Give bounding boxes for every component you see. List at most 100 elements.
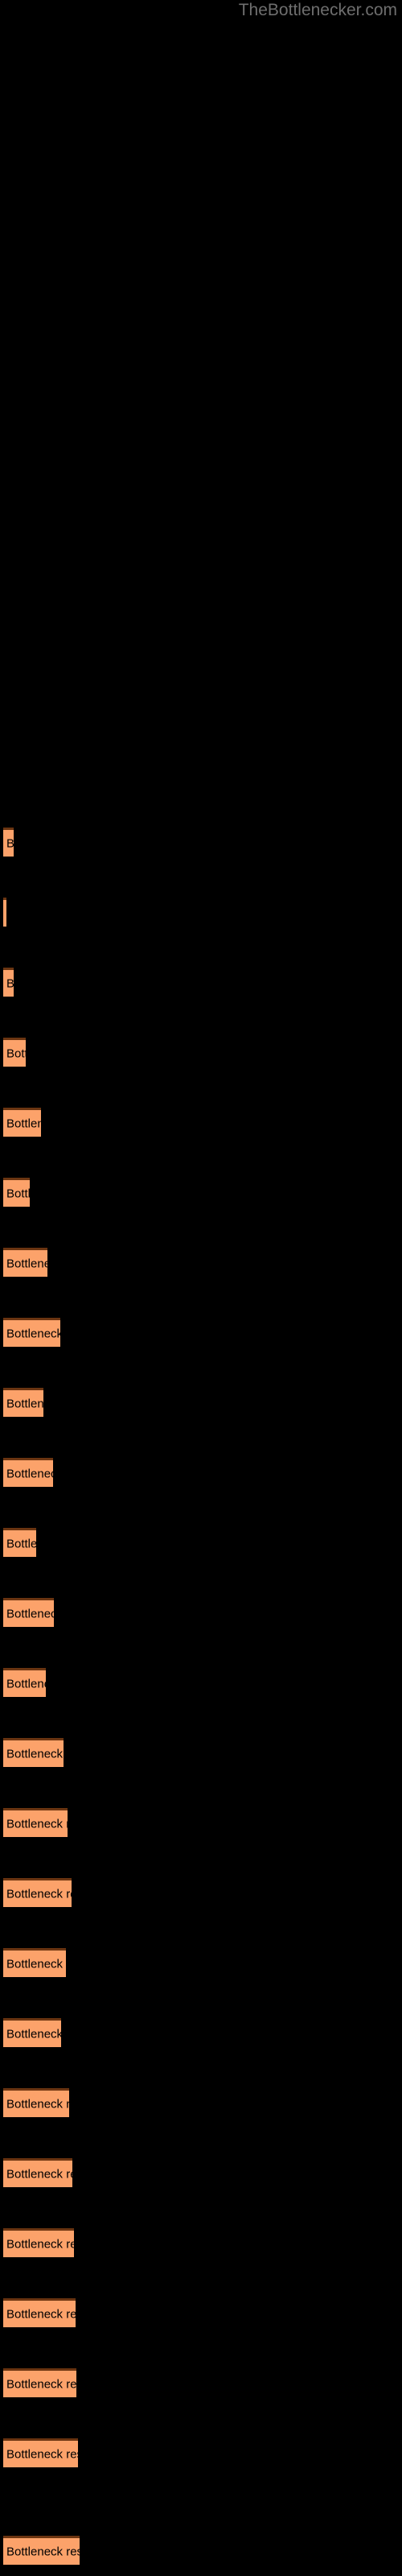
chart-bar[interactable]: Bottleneck result: [3, 1528, 36, 1557]
chart-bar[interactable]: Bottleneck result: [3, 2368, 76, 2397]
bar-row: Bottleneck result: [0, 1108, 402, 1137]
bar-label: Bottleneck result: [6, 1187, 30, 1200]
chart-bar[interactable]: Bottleneck result: [3, 1458, 53, 1487]
bar-row: Bottleneck result: [0, 1878, 402, 1907]
bar-row: Bottleneck result: [0, 898, 402, 927]
bar-clip: Bottleneck result: [3, 1668, 46, 1697]
bar-row: Bottleneck result: [0, 1598, 402, 1627]
bar-row: Bottleneck result: [0, 1318, 402, 1347]
bar-clip: Bottleneck result: [3, 1878, 72, 1907]
bar-row: Bottleneck result: [0, 1948, 402, 1977]
chart-bar[interactable]: Bottleneck result: [3, 2298, 76, 2327]
bar-row: Bottleneck result: [0, 2088, 402, 2117]
chart-bar[interactable]: Bottleneck result: [3, 2536, 80, 2565]
bar-row: Bottleneck result: [0, 2438, 402, 2467]
bar-label: Bottleneck result: [6, 2097, 69, 2111]
bar-label: Bottleneck result: [6, 976, 14, 990]
bar-row: Bottleneck result: [0, 1178, 402, 1207]
bar-clip: Bottleneck result: [3, 2536, 80, 2565]
chart-bar[interactable]: Bottleneck result: [3, 968, 14, 997]
bar-clip: Bottleneck result: [3, 898, 6, 927]
chart-bar[interactable]: Bottleneck result: [3, 1178, 30, 1207]
bar-clip: Bottleneck result: [3, 2088, 69, 2117]
bar-row: Bottleneck result: [0, 1738, 402, 1767]
bar-label: Bottleneck result: [6, 2447, 78, 2461]
bar-label: Bottleneck result: [6, 2237, 74, 2251]
bar-row: Bottleneck result: [0, 1808, 402, 1837]
chart-bar[interactable]: Bottleneck result: [3, 2088, 69, 2117]
chart-bar[interactable]: Bottleneck result: [3, 2438, 78, 2467]
chart-bar[interactable]: Bottleneck result: [3, 2158, 72, 2187]
bar-label: Bottleneck result: [6, 1887, 72, 1901]
chart-bar[interactable]: Bottleneck result: [3, 1948, 66, 1977]
chart-bar[interactable]: Bottleneck result: [3, 1318, 60, 1347]
chart-bar[interactable]: Bottleneck result: [3, 1878, 72, 1907]
bar-label: Bottleneck result: [6, 1257, 47, 1270]
chart-bar[interactable]: Bottleneck result: [3, 1808, 68, 1837]
bar-clip: Bottleneck result: [3, 1388, 43, 1417]
bar-label: Bottleneck result: [6, 1677, 46, 1690]
bar-row: Bottleneck result: [0, 2536, 402, 2565]
chart-bar[interactable]: Bottleneck result: [3, 1598, 54, 1627]
chart-bar[interactable]: Bottleneck result: [3, 1038, 26, 1067]
bar-row: Bottleneck result: [0, 968, 402, 997]
bar-row: Bottleneck result: [0, 1528, 402, 1557]
bar-label: Bottleneck result: [6, 2545, 80, 2558]
bar-clip: Bottleneck result: [3, 2158, 72, 2187]
bar-clip: Bottleneck result: [3, 968, 14, 997]
chart-bar[interactable]: Bottleneck result: [3, 2018, 61, 2047]
bar-label: Bottleneck result: [6, 1046, 26, 1060]
bar-label: Bottleneck result: [6, 2027, 61, 2041]
bar-label: Bottleneck result: [6, 2307, 76, 2321]
bar-label: Bottleneck result: [6, 1957, 66, 1971]
bar-clip: Bottleneck result: [3, 1738, 64, 1767]
bar-label: Bottleneck result: [6, 1117, 41, 1130]
bar-label: Bottleneck result: [6, 1747, 64, 1761]
bar-row: Bottleneck result: [0, 2158, 402, 2187]
bar-clip: Bottleneck result: [3, 828, 14, 857]
bar-label: Bottleneck result: [6, 2167, 72, 2181]
chart-bar[interactable]: Bottleneck result: [3, 1388, 43, 1417]
bar-clip: Bottleneck result: [3, 1038, 26, 1067]
bar-row: Bottleneck result: [0, 2298, 402, 2327]
bar-row: Bottleneck result: [0, 1038, 402, 1067]
bar-clip: Bottleneck result: [3, 2438, 78, 2467]
bar-row: Bottleneck result: [0, 1668, 402, 1697]
bar-clip: Bottleneck result: [3, 1458, 53, 1487]
bar-clip: Bottleneck result: [3, 1948, 66, 1977]
bar-row: Bottleneck result: [0, 1388, 402, 1417]
bar-row: Bottleneck result: [0, 2228, 402, 2257]
bar-label: Bottleneck result: [6, 1467, 53, 1480]
chart-bar[interactable]: Bottleneck result: [3, 828, 14, 857]
chart-bar[interactable]: Bottleneck result: [3, 898, 6, 927]
bar-clip: Bottleneck result: [3, 2298, 76, 2327]
bar-clip: Bottleneck result: [3, 1178, 30, 1207]
bar-label: Bottleneck result: [6, 836, 14, 850]
chart-bar[interactable]: Bottleneck result: [3, 1248, 47, 1277]
bar-clip: Bottleneck result: [3, 1248, 47, 1277]
bar-clip: Bottleneck result: [3, 1598, 54, 1627]
bar-clip: Bottleneck result: [3, 2018, 61, 2047]
bar-clip: Bottleneck result: [3, 1108, 41, 1137]
bar-label: Bottleneck result: [6, 1607, 54, 1620]
bar-row: Bottleneck result: [0, 2368, 402, 2397]
bar-row: Bottleneck result: [0, 2018, 402, 2047]
bar-label: Bottleneck result: [6, 1537, 36, 1550]
bar-clip: Bottleneck result: [3, 2228, 74, 2257]
bar-clip: Bottleneck result: [3, 1318, 60, 1347]
bar-label: Bottleneck result: [6, 1397, 43, 1410]
bar-clip: Bottleneck result: [3, 1528, 36, 1557]
chart-bar[interactable]: Bottleneck result: [3, 1668, 46, 1697]
bottleneck-bar-chart: Bottleneck result Bottleneck result Bottle…: [0, 0, 402, 2576]
bar-label: Bottleneck result: [6, 2377, 76, 2391]
bar-row: Bottleneck result: [0, 1458, 402, 1487]
chart-bar[interactable]: Bottleneck result: [3, 2228, 74, 2257]
bar-row: Bottleneck result: [0, 828, 402, 857]
bar-label: Bottleneck result: [6, 1817, 68, 1831]
chart-bar[interactable]: Bottleneck result: [3, 1738, 64, 1767]
bar-clip: Bottleneck result: [3, 1808, 68, 1837]
bar-label: Bottleneck result: [6, 1327, 60, 1340]
chart-bar[interactable]: Bottleneck result: [3, 1108, 41, 1137]
bar-row: Bottleneck result: [0, 1248, 402, 1277]
bar-clip: Bottleneck result: [3, 2368, 76, 2397]
